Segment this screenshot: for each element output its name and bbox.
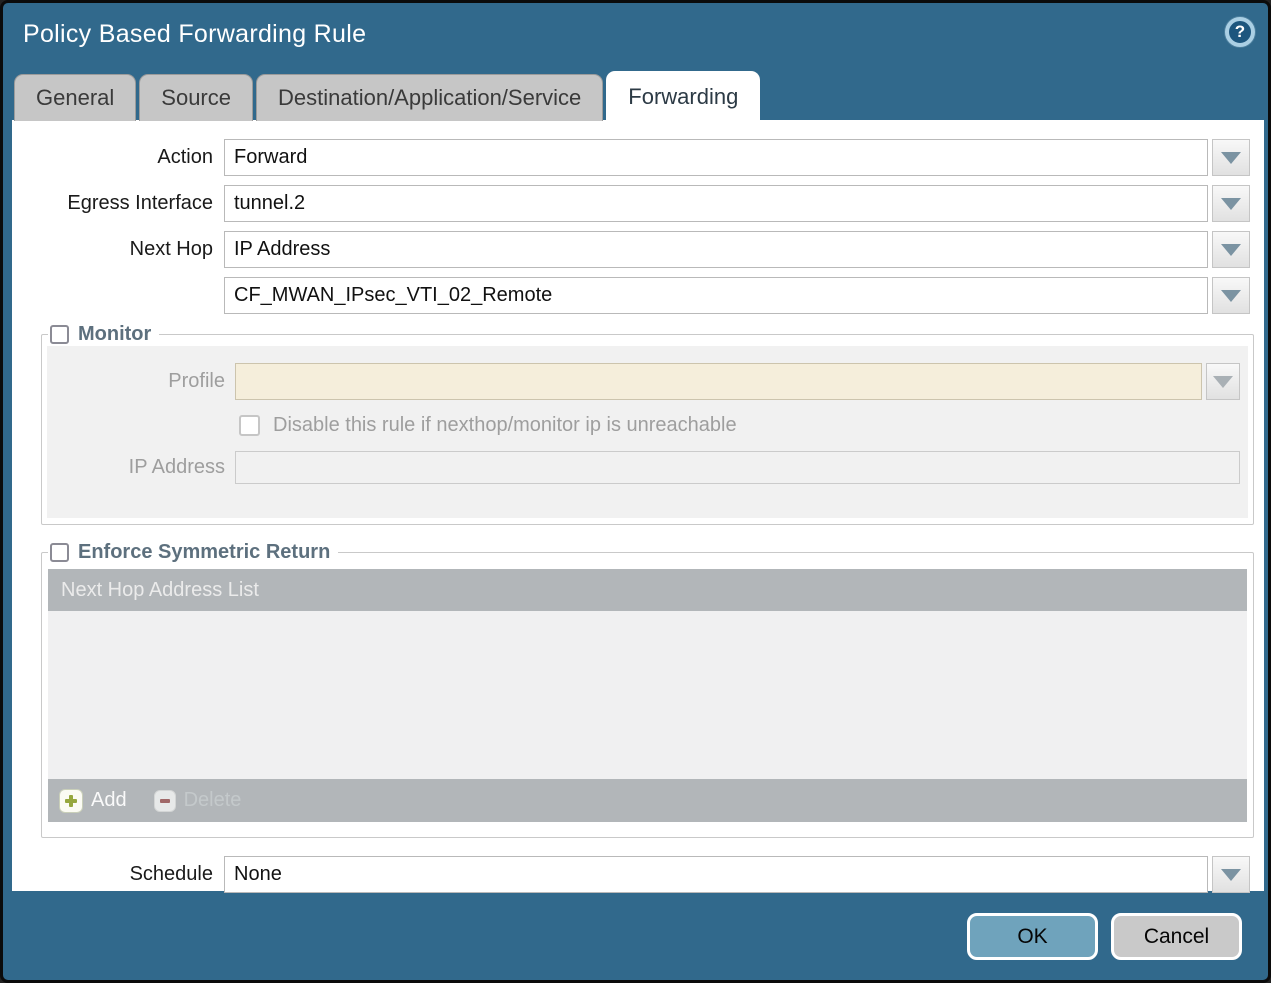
help-icon[interactable]: ? <box>1225 17 1255 47</box>
cancel-button[interactable]: Cancel <box>1111 913 1242 960</box>
delete-button: Delete <box>154 789 242 812</box>
monitor-group-body: Profile Disable this rule if nexthop/mon… <box>47 346 1248 518</box>
next-hop-type-dropdown-button[interactable] <box>1212 231 1250 268</box>
disable-rule-row: Disable this rule if nexthop/monitor ip … <box>47 414 1242 437</box>
egress-interface-label: Egress Interface <box>12 192 224 215</box>
schedule-row: Schedule <box>12 856 1250 893</box>
enforce-symmetric-return-group: Enforce Symmetric Return Next Hop Addres… <box>41 541 1254 838</box>
egress-interface-combo <box>224 185 1250 222</box>
monitor-ip-address-wrap <box>235 451 1240 484</box>
next-hop-address-list-body <box>48 611 1247 779</box>
schedule-input[interactable] <box>224 856 1208 893</box>
schedule-dropdown-button[interactable] <box>1212 856 1250 893</box>
ok-button[interactable]: OK <box>967 913 1098 960</box>
monitor-ip-address-label: IP Address <box>47 456 235 479</box>
tab-general[interactable]: General <box>14 74 136 121</box>
monitor-group: Monitor Profile Disable this rule if nex… <box>41 323 1254 525</box>
schedule-label: Schedule <box>12 863 224 886</box>
chevron-down-icon <box>1221 152 1241 164</box>
next-hop-address-row <box>12 277 1250 314</box>
next-hop-label: Next Hop <box>12 238 224 261</box>
add-button-label: Add <box>91 789 127 812</box>
next-hop-address-list-header: Next Hop Address List <box>48 569 1247 611</box>
profile-input <box>235 363 1202 400</box>
monitor-ip-address-row: IP Address <box>47 451 1240 484</box>
tab-bar: General Source Destination/Application/S… <box>14 71 763 121</box>
next-hop-address-list-table: Next Hop Address List Add Delete <box>48 569 1247 822</box>
dialog-footer: OK Cancel <box>967 913 1242 960</box>
help-glyph: ? <box>1235 22 1245 42</box>
schedule-combo <box>224 856 1250 893</box>
action-row: Action <box>12 139 1250 176</box>
disable-rule-label: Disable this rule if nexthop/monitor ip … <box>273 414 737 437</box>
enforce-symmetric-return-checkbox[interactable] <box>50 543 69 562</box>
next-hop-type-combo <box>224 231 1250 268</box>
forwarding-tab-content: Action Egress Interface Next Hop <box>12 120 1264 891</box>
plus-icon <box>59 789 83 813</box>
monitor-checkbox[interactable] <box>50 325 69 344</box>
egress-interface-dropdown-button[interactable] <box>1212 185 1250 222</box>
dialog-title: Policy Based Forwarding Rule <box>23 20 366 49</box>
next-hop-address-dropdown-button[interactable] <box>1212 277 1250 314</box>
add-button[interactable]: Add <box>59 789 127 813</box>
enforce-symmetric-return-legend-label: Enforce Symmetric Return <box>78 541 330 564</box>
delete-button-label: Delete <box>184 789 242 812</box>
egress-interface-input[interactable] <box>224 185 1208 222</box>
profile-label: Profile <box>47 370 235 393</box>
tab-forwarding[interactable]: Forwarding <box>606 71 760 121</box>
profile-combo <box>235 363 1240 400</box>
next-hop-row: Next Hop <box>12 231 1250 268</box>
action-combo <box>224 139 1250 176</box>
chevron-down-icon <box>1221 198 1241 210</box>
egress-interface-row: Egress Interface <box>12 185 1250 222</box>
profile-dropdown-button <box>1206 363 1240 400</box>
monitor-legend-label: Monitor <box>78 323 151 346</box>
chevron-down-icon <box>1221 244 1241 256</box>
next-hop-type-input[interactable] <box>224 231 1208 268</box>
pbf-rule-dialog: Policy Based Forwarding Rule ? General S… <box>0 0 1271 983</box>
action-label: Action <box>12 146 224 169</box>
monitor-legend: Monitor <box>48 323 159 346</box>
profile-row: Profile <box>47 363 1240 400</box>
next-hop-address-list-toolbar: Add Delete <box>48 779 1247 822</box>
tab-destination-application-service[interactable]: Destination/Application/Service <box>256 74 603 121</box>
disable-rule-checkbox <box>239 415 260 436</box>
next-hop-address-combo <box>224 277 1250 314</box>
chevron-down-icon <box>1221 290 1241 302</box>
chevron-down-icon <box>1213 376 1233 388</box>
action-input[interactable] <box>224 139 1208 176</box>
chevron-down-icon <box>1221 869 1241 881</box>
minus-icon <box>154 790 176 812</box>
enforce-symmetric-return-legend: Enforce Symmetric Return <box>48 541 338 564</box>
next-hop-address-input[interactable] <box>224 277 1208 314</box>
tab-source[interactable]: Source <box>139 74 253 121</box>
monitor-ip-address-input <box>235 451 1240 484</box>
action-dropdown-button[interactable] <box>1212 139 1250 176</box>
